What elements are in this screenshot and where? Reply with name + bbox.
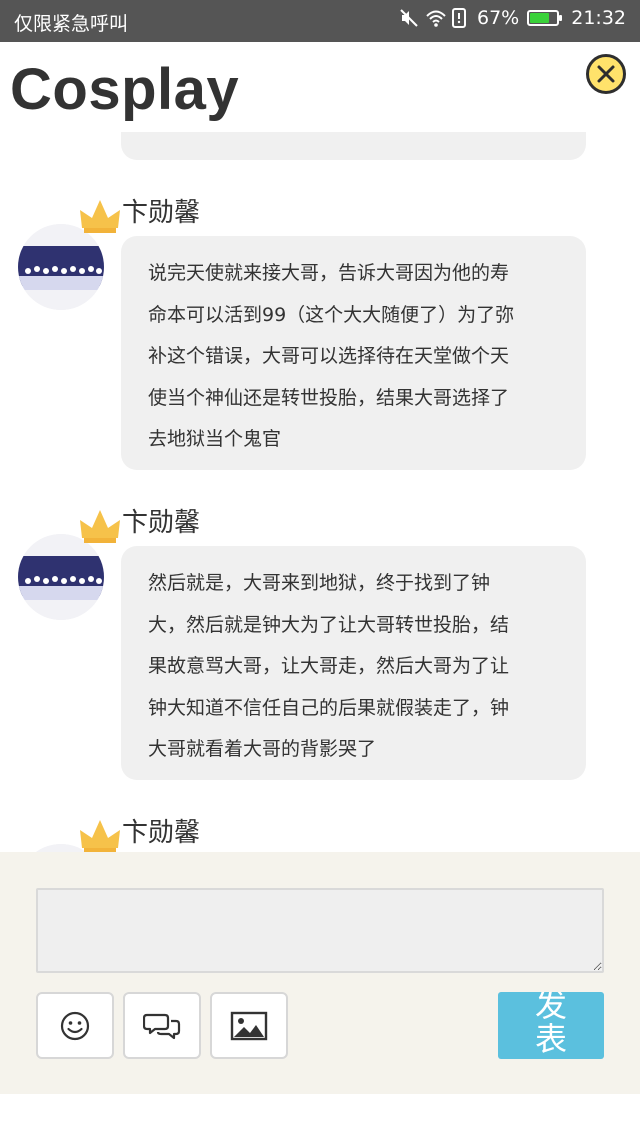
smiley-icon — [60, 1011, 90, 1040]
avatar-container[interactable] — [18, 510, 120, 620]
message-line: 说完天使就来接大哥，告诉大哥因为他的寿 — [148, 262, 510, 284]
avatar-container[interactable] — [18, 820, 120, 852]
message-bubble-partial — [121, 132, 586, 160]
crown-icon — [80, 820, 120, 852]
message-line: 然后就是，大哥来到地狱，终于找到了钟 — [148, 572, 491, 594]
username[interactable]: 卞勋馨 — [122, 502, 200, 539]
image-icon — [230, 1011, 268, 1040]
username[interactable]: 卞勋馨 — [122, 192, 200, 229]
message-line: 使当个神仙还是转世投胎，结果大哥选择了 — [148, 386, 510, 409]
comment-list[interactable]: 卞勋馨 说完天使就来接大哥，告诉大哥因为他的寿 命本可以活到99（这个大大随便了… — [0, 132, 640, 852]
avatar-container[interactable] — [18, 200, 120, 310]
close-button[interactable] — [586, 54, 626, 94]
page-title: Cosplay — [10, 57, 240, 122]
message-line: 大，然后就是钟大为了让大哥转世投胎，结 — [148, 613, 510, 636]
avatar[interactable] — [18, 224, 104, 310]
chat-bubbles-icon — [143, 1013, 181, 1039]
message-line: 命本可以活到99（这个大大随便了）为了弥 — [148, 303, 515, 326]
page-header: Cosplay — [0, 42, 640, 132]
status-bar: 仅限紧急呼叫 67% 21:32 — [0, 0, 640, 42]
mute-icon — [399, 7, 419, 29]
bottom-spacer — [0, 1094, 640, 1138]
message-line: 补这个错误，大哥可以选择待在天堂做个天 — [148, 345, 510, 367]
message-line: 果故意骂大哥，让大哥走，然后大哥为了让 — [148, 655, 510, 677]
comment-input[interactable] — [36, 888, 604, 973]
emoji-button[interactable] — [36, 992, 114, 1059]
close-icon — [597, 65, 615, 83]
send-button[interactable]: 发表 — [498, 992, 604, 1059]
comment-composer: 发表 — [0, 852, 640, 1094]
battery-fill — [530, 13, 549, 23]
crown-icon — [80, 200, 120, 233]
message-line: 大哥就看着大哥的背影哭了 — [148, 738, 377, 760]
image-button[interactable] — [210, 992, 288, 1059]
crown-icon — [80, 510, 120, 543]
app-screen: 仅限紧急呼叫 67% 21:32 Cosplay 卞勋馨 说完天使就来接大哥，告… — [0, 0, 640, 1138]
message-bubble: 然后就是，大哥来到地狱，终于找到了钟 大，然后就是钟大为了让大哥转世投胎，结 果… — [121, 546, 586, 780]
username[interactable]: 卞勋馨 — [122, 812, 200, 849]
carrier-text: 仅限紧急呼叫 — [14, 13, 129, 35]
status-icons: 67% 21:32 — [399, 7, 626, 29]
message-line: 去地狱当个鬼官 — [148, 428, 282, 450]
message-line: 钟大知道不信任自己的后果就假装走了，钟 — [148, 696, 510, 719]
wifi-icon — [425, 7, 446, 29]
sim-icon — [451, 7, 471, 29]
battery-percent: 67% — [477, 7, 520, 29]
battery-icon — [527, 10, 563, 26]
comment-button[interactable] — [123, 992, 201, 1059]
message-bubble: 说完天使就来接大哥，告诉大哥因为他的寿 命本可以活到99（这个大大随便了）为了弥… — [121, 236, 586, 470]
send-button-label: 发表 — [534, 992, 567, 1058]
avatar[interactable] — [18, 534, 104, 620]
clock: 21:32 — [571, 7, 626, 29]
